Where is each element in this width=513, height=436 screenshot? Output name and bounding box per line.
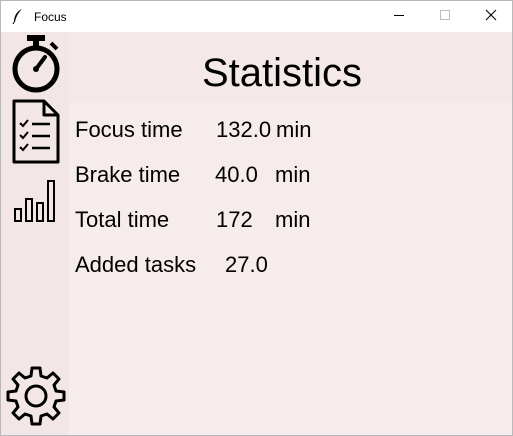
stat-label: Brake time (75, 162, 181, 187)
title-bar[interactable]: Focus (1, 1, 512, 32)
close-icon (485, 8, 497, 26)
sidebar-item-settings[interactable] (3, 365, 69, 431)
feather-icon (11, 8, 25, 25)
stat-unit: min (275, 162, 311, 187)
client-area: Statistics Focus time 132.0 min Brake ti… (1, 32, 512, 435)
stat-value: 132.0 (216, 117, 272, 142)
sidebar-item-statistics[interactable] (9, 178, 61, 228)
stat-label: Focus time (75, 117, 183, 142)
bar-chart-icon (13, 179, 57, 228)
stat-value: 27.0 (225, 252, 268, 277)
sidebar-item-timer[interactable] (7, 34, 65, 96)
stopwatch-icon (9, 33, 63, 98)
gear-icon (5, 365, 67, 432)
stat-label: Added tasks (75, 252, 197, 277)
checklist-icon (10, 99, 62, 170)
maximize-button[interactable] (422, 1, 468, 32)
page-title: Statistics (201, 51, 363, 95)
window-title: Focus (34, 10, 67, 24)
stat-label: Total time (75, 207, 170, 232)
minimize-icon (393, 8, 405, 26)
stat-value: 172 (216, 207, 253, 232)
stat-unit: min (275, 207, 311, 232)
sidebar (1, 32, 69, 435)
stat-unit: min (276, 117, 312, 142)
sidebar-item-tasks[interactable] (7, 99, 65, 170)
minimize-button[interactable] (376, 1, 422, 32)
stat-value: 40.0 (215, 162, 258, 187)
maximize-icon (439, 8, 451, 26)
app-window: Focus Statistics Focus time 132.0 min Br… (0, 0, 513, 436)
close-button[interactable] (468, 1, 513, 32)
